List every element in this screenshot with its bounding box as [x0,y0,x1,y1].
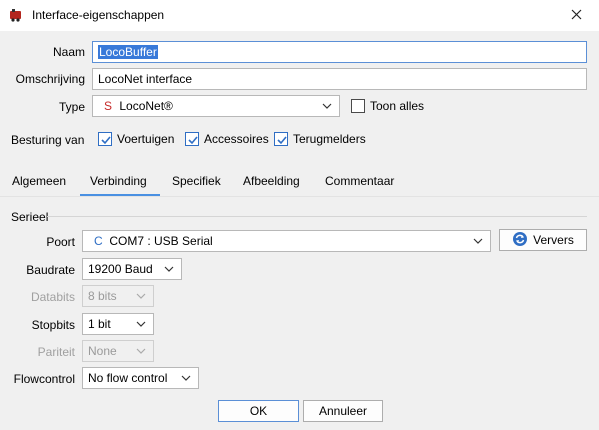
databits-label: Databits [30,290,75,304]
accessories-checkbox[interactable]: Accessoires [185,132,269,146]
serial-section-divider [47,216,587,217]
baud-select[interactable]: 19200 Baud [82,258,182,280]
show-all-label: Toon alles [370,99,425,113]
chevron-down-icon [135,345,147,357]
chevron-down-icon [321,100,333,112]
stopbits-select-value: 1 bit [88,317,111,331]
chevron-down-icon [163,263,175,275]
type-label: Type [58,100,85,114]
tab-verbinding[interactable]: Verbinding [90,174,147,188]
feedback-check-icon [274,132,288,146]
tab-bar: Algemeen Verbinding Specifiek Afbeelding… [0,168,599,196]
accessories-label: Accessoires [204,132,269,146]
refresh-button[interactable]: Ververs [499,229,587,251]
chevron-down-icon [135,318,147,330]
description-label: Omschrijving [15,72,85,86]
tab-specifiek[interactable]: Specifiek [172,174,221,188]
port-label: Poort [46,235,75,249]
title-bar: Interface-eigenschappen [0,0,599,31]
name-input[interactable]: LocoBuffer [92,41,587,63]
description-input-value: LocoNet interface [98,72,193,86]
vehicles-checkbox[interactable]: Voertuigen [98,132,174,146]
name-input-value: LocoBuffer [98,45,158,59]
chevron-down-icon [135,290,147,302]
tab-algemeen[interactable]: Algemeen [12,174,66,188]
parity-label: Pariteit [37,345,75,359]
port-icon: C [94,234,103,248]
tab-afbeelding[interactable]: Afbeelding [243,174,300,188]
ok-button[interactable]: OK [218,400,299,422]
parity-select-value: None [88,344,117,358]
feedback-checkbox[interactable]: Terugmelders [274,132,366,146]
show-all-checkbox[interactable]: Toon alles [351,99,424,113]
accessories-check-icon [185,132,199,146]
refresh-icon [512,231,528,250]
name-label: Naam [52,45,85,59]
parity-select[interactable]: None [82,340,154,362]
vehicles-check-icon [98,132,112,146]
port-select[interactable]: C COM7 : USB Serial [82,230,491,252]
loconet-icon: S [104,99,113,113]
baud-label: Baudrate [26,263,75,277]
description-input[interactable]: LocoNet interface [92,68,587,90]
port-select-value: COM7 : USB Serial [109,234,213,248]
stopbits-select[interactable]: 1 bit [82,313,154,335]
tab-commentaar[interactable]: Commentaar [325,174,394,188]
flow-select[interactable]: No flow control [82,367,199,389]
show-all-box [351,99,365,113]
tab-divider [0,196,599,197]
baud-select-value: 19200 Baud [88,262,153,276]
vehicles-label: Voertuigen [117,132,175,146]
databits-select[interactable]: 8 bits [82,285,154,307]
databits-select-value: 8 bits [88,289,117,303]
chevron-down-icon [180,372,192,384]
flow-select-value: No flow control [88,371,168,385]
stopbits-label: Stopbits [31,318,75,332]
close-button[interactable] [553,0,599,31]
close-icon [571,7,582,25]
cancel-button[interactable]: Annuleer [303,400,383,422]
chevron-down-icon [472,235,484,247]
control-label: Besturing van [11,133,85,147]
window-title: Interface-eigenschappen [32,8,165,22]
type-select[interactable]: S LocoNet® [92,95,340,117]
flow-label: Flowcontrol [13,372,75,386]
app-icon [9,8,23,22]
type-select-value: LocoNet® [119,99,173,113]
refresh-label: Ververs [533,233,574,247]
feedback-label: Terugmelders [293,132,366,146]
serial-section-label: Serieel [11,210,49,224]
